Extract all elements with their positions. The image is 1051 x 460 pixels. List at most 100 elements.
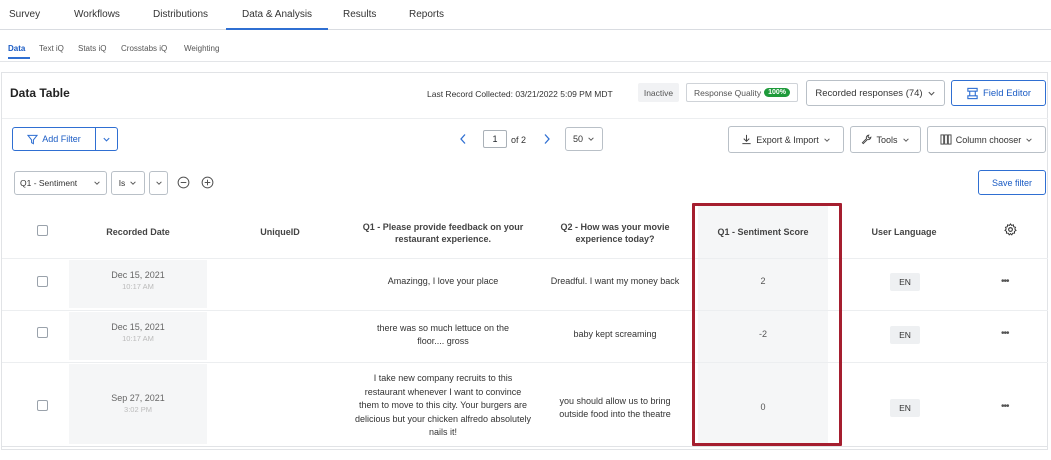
tools-button[interactable]: Tools [850,126,921,153]
row-divider [2,258,1048,259]
field-editor-icon [966,87,979,100]
recorded-responses-label: Recorded responses (74) [815,87,923,99]
row-1-checkbox[interactable] [37,276,48,287]
add-filter-dropdown[interactable] [95,127,118,151]
filter-icon [27,134,39,145]
tab-distributions[interactable]: Distributions [153,9,208,20]
previous-page-icon[interactable] [458,133,468,145]
subtab-stats-iq[interactable]: Stats iQ [78,44,106,53]
sentiment-score-highlight [692,203,842,446]
remove-condition-icon[interactable] [177,176,190,189]
field-editor-button[interactable]: Field Editor [951,80,1046,106]
subtab-weighting[interactable]: Weighting [184,44,219,53]
chevron-down-icon [1025,136,1033,144]
chevron-down-icon [587,135,595,143]
header-divider [2,118,1048,119]
row-1-more-icon[interactable]: ••• [1001,276,1009,287]
row-3-date: Sep 27, 2021 [111,393,165,403]
tab-reports[interactable]: Reports [409,9,444,20]
row-3-q2: you should allow us to bring outside foo… [559,395,671,420]
row-1-time: 10:17 AM [122,282,154,291]
column-header-q1[interactable]: Q1 - Please provide feedback on your res… [356,221,530,245]
gear-icon[interactable] [1004,223,1017,236]
row-2-language: EN [890,326,920,344]
row-2-more-icon[interactable]: ••• [1001,328,1009,339]
column-header-q2[interactable]: Q2 - How was your movie experience today… [543,221,687,245]
chevron-down-icon [902,136,910,144]
row-divider [2,362,1048,363]
subtab-text-iq[interactable]: Text iQ [39,44,64,53]
row-2-recorded-date: Dec 15, 2021 10:17 AM [69,312,207,360]
chevron-down-icon [155,179,163,187]
field-editor-label: Field Editor [982,87,1032,99]
column-header-user-language[interactable]: User Language [848,226,960,238]
columns-icon [940,134,952,145]
response-quality-badge: 100% [764,88,790,97]
row-1-date: Dec 15, 2021 [111,270,165,280]
add-filter-button[interactable]: Add Filter [12,127,96,151]
chevron-down-icon [823,136,831,144]
tab-results[interactable]: Results [343,9,376,20]
column-chooser-label: Column chooser [955,134,1022,145]
save-filter-button[interactable]: Save filter [978,170,1046,195]
sub-navigation: Data Text iQ Stats iQ Crosstabs iQ Weigh… [0,30,1051,62]
export-import-button[interactable]: Export & Import [728,126,844,153]
row-1-recorded-date: Dec 15, 2021 10:17 AM [69,260,207,308]
filter-field-value: Q1 - Sentiment [20,178,78,188]
filter-value-select[interactable] [149,171,168,195]
tab-survey[interactable]: Survey [9,9,40,20]
rows-per-page-select[interactable]: 50 [565,127,603,151]
chevron-down-icon [129,179,137,187]
row-2-q1: there was so much lettuce on the floor..… [376,322,510,347]
add-condition-icon[interactable] [201,176,214,189]
row-2-time: 10:17 AM [122,334,154,343]
next-page-icon[interactable] [542,133,552,145]
row-1-q2: Dreadful. I want my money back [550,276,680,286]
tools-label: Tools [876,134,898,145]
last-record-collected: Last Record Collected: 03/21/2022 5:09 P… [427,89,613,99]
filter-operator-select[interactable]: Is [111,171,145,195]
response-quality-label: Response Quality [694,87,762,98]
tab-workflows[interactable]: Workflows [74,9,120,20]
active-subtab-indicator [8,57,30,59]
filter-operator-value: Is [118,178,126,188]
wrench-icon [861,134,872,145]
row-3-recorded-date: Sep 27, 2021 3:02 PM [69,364,207,444]
row-2-date: Dec 15, 2021 [111,322,165,332]
subtab-crosstabs-iq[interactable]: Crosstabs iQ [121,44,167,53]
column-header-recorded-date[interactable]: Recorded Date [80,226,196,238]
page-title: Data Table [10,86,70,100]
row-3-checkbox[interactable] [37,400,48,411]
row-2-checkbox[interactable] [37,327,48,338]
select-all-checkbox[interactable] [37,225,48,236]
filter-field-select[interactable]: Q1 - Sentiment [14,171,107,195]
page-total: of 2 [511,135,527,145]
row-1-language: EN [890,273,920,291]
row-3-language: EN [890,399,920,417]
recorded-responses-dropdown[interactable]: Recorded responses (74) [806,80,945,106]
row-2-q2: baby kept screaming [573,329,657,339]
inactive-label: Inactive [643,87,674,98]
table-bottom-border [2,446,1048,447]
inactive-badge: Inactive [638,83,679,102]
rows-per-page-value: 50 [572,134,583,144]
chevron-down-icon [102,135,111,144]
export-import-label: Export & Import [756,134,819,145]
row-3-q1: I take new company recruits to this rest… [354,373,532,438]
page-number-input[interactable]: 1 [483,130,507,148]
column-header-unique-id[interactable]: UniqueID [238,226,322,238]
response-quality-button[interactable]: Response Quality 100% [686,83,798,102]
column-chooser-button[interactable]: Column chooser [927,126,1046,153]
save-filter-label: Save filter [991,177,1033,188]
download-icon [741,134,752,145]
row-3-time: 3:02 PM [124,405,152,414]
subtab-data[interactable]: Data [8,44,25,53]
row-3-more-icon[interactable]: ••• [1001,401,1009,412]
chevron-down-icon [927,89,936,98]
add-filter-label: Add Filter [42,134,81,144]
tab-data-analysis[interactable]: Data & Analysis [242,9,312,20]
top-navigation: Survey Workflows Distributions Data & An… [0,0,1051,30]
row-divider [2,310,1048,311]
chevron-down-icon [93,179,101,187]
row-1-q1: Amazingg, I love your place [387,276,499,286]
